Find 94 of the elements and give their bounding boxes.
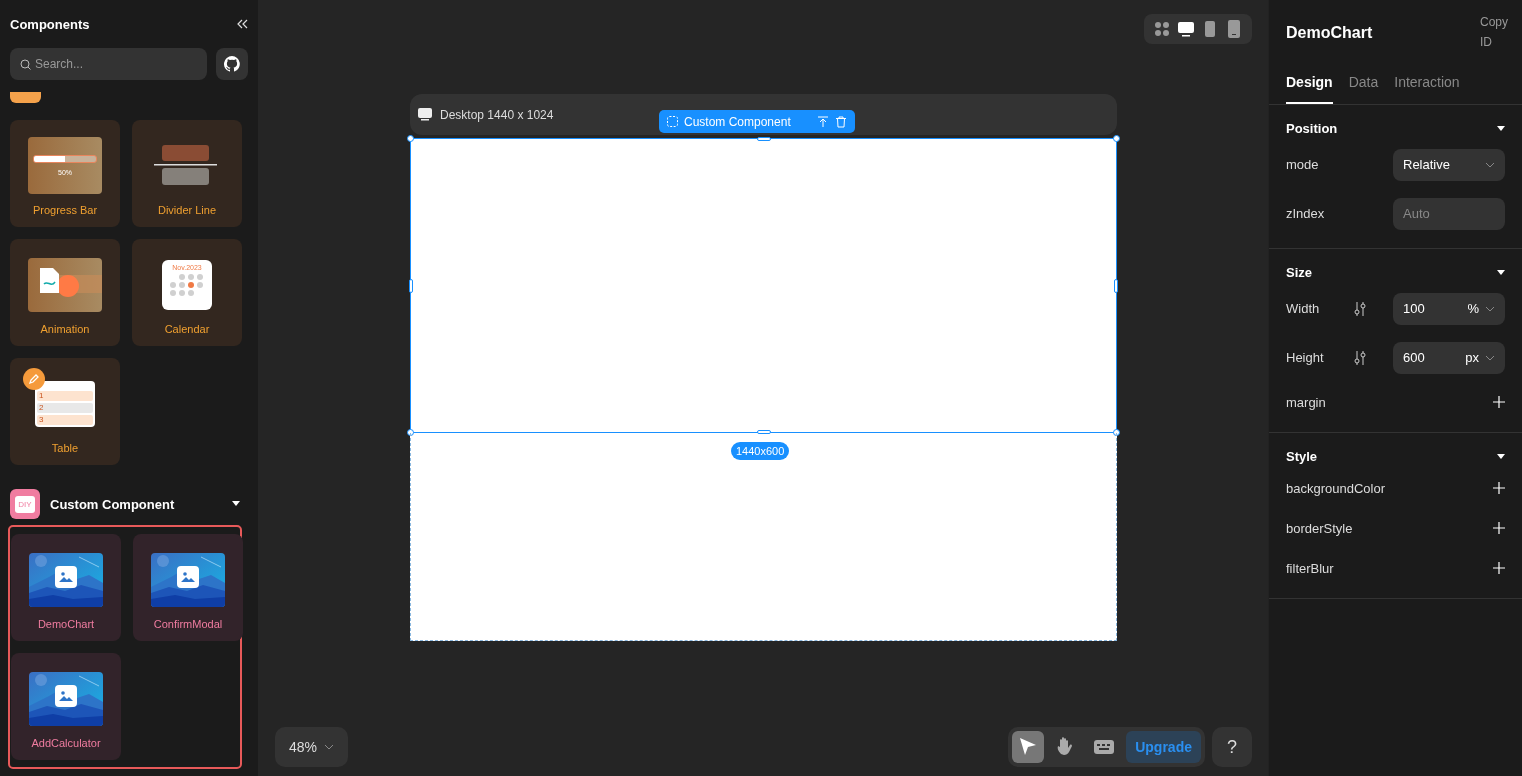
copy-id-button[interactable]: Copy ID xyxy=(1480,12,1514,52)
image-icon xyxy=(55,566,77,588)
resize-handle[interactable] xyxy=(407,429,414,436)
add-icon[interactable] xyxy=(1493,396,1505,408)
frame-title: Desktop 1440 x 1024 xyxy=(440,107,554,122)
diy-badge: DIY xyxy=(15,495,35,513)
resize-handle[interactable] xyxy=(1113,135,1120,142)
resize-handle[interactable] xyxy=(757,430,771,434)
resize-handle[interactable] xyxy=(407,135,414,142)
component-card[interactable]: 1 2 3 Table xyxy=(10,358,120,465)
row-number: 2 xyxy=(39,402,44,413)
property-label: Height xyxy=(1286,350,1324,365)
component-card[interactable]: ConfirmModal xyxy=(133,534,243,641)
property-label: backgroundColor xyxy=(1286,480,1385,496)
pencil-icon xyxy=(23,367,45,390)
resize-handle[interactable] xyxy=(757,137,771,141)
zoom-dropdown[interactable]: 48% xyxy=(275,727,348,767)
property-label: zIndex xyxy=(1286,206,1325,221)
search-field[interactable]: Search... xyxy=(10,48,207,80)
delete-button[interactable] xyxy=(834,115,847,128)
tablet-icon xyxy=(1225,20,1243,38)
dots-drawing xyxy=(169,273,205,296)
collapse-icon[interactable] xyxy=(236,19,248,29)
github-button[interactable] xyxy=(216,48,248,80)
tab[interactable]: Design xyxy=(1286,74,1333,104)
move-up-button[interactable] xyxy=(816,115,829,128)
category-icon xyxy=(10,92,41,103)
unit-select[interactable]: px xyxy=(1465,350,1495,365)
row-number: 1 xyxy=(39,390,44,401)
chevron-icon xyxy=(1485,161,1495,168)
slider-settings-icon[interactable] xyxy=(1353,301,1367,316)
chevron-icon xyxy=(1485,354,1495,361)
help-button[interactable]: ? xyxy=(1212,727,1252,767)
section-title: Style xyxy=(1286,449,1318,464)
mode-select[interactable]: Relative xyxy=(1393,148,1505,181)
card-label: Progress Bar xyxy=(32,204,98,216)
component-card[interactable]: Divider Line xyxy=(132,120,242,227)
input-value[interactable]: 100 xyxy=(1403,301,1463,316)
github-icon xyxy=(224,56,240,72)
row-number: 3 xyxy=(39,414,44,425)
unit-select[interactable]: % xyxy=(1467,301,1495,316)
property-label: margin xyxy=(1286,394,1326,410)
input-field[interactable]: 600 px xyxy=(1393,341,1505,374)
move-up-icon xyxy=(816,115,829,128)
trash-icon xyxy=(834,115,847,128)
add-icon[interactable] xyxy=(1493,482,1505,494)
chevron-icon xyxy=(324,744,334,750)
card-label: ConfirmModal xyxy=(153,618,223,630)
section-title: Position xyxy=(1286,121,1338,136)
device-button[interactable] xyxy=(1176,20,1196,38)
tab[interactable]: Interaction xyxy=(1394,74,1460,104)
component-card[interactable]: AddCalculator xyxy=(11,653,121,760)
add-icon[interactable] xyxy=(1493,562,1505,574)
search-icon xyxy=(20,59,31,70)
size-badge: 1440x600 xyxy=(731,442,790,460)
section-title: Size xyxy=(1286,265,1312,280)
caret-icon[interactable] xyxy=(1497,453,1505,460)
card-label: AddCalculator xyxy=(31,737,101,749)
section-title: Custom Component xyxy=(50,496,176,512)
component-title: DemoChart xyxy=(1286,24,1373,43)
selection-label: Custom Component xyxy=(684,114,791,129)
input-field[interactable]: Auto xyxy=(1393,197,1505,230)
property-label: mode xyxy=(1286,157,1319,172)
slider-settings-icon[interactable] xyxy=(1353,350,1367,365)
desktop-icon xyxy=(418,108,432,121)
image-icon xyxy=(55,685,77,707)
component-card[interactable]: DemoChart xyxy=(11,534,121,641)
card-label: Table xyxy=(51,442,79,454)
resize-handle[interactable] xyxy=(1114,279,1118,293)
caret-icon[interactable] xyxy=(1497,125,1505,132)
caret-icon[interactable] xyxy=(232,501,240,507)
property-label: filterBlur xyxy=(1286,560,1334,576)
card-label: Divider Line xyxy=(157,204,217,216)
card-label: Calendar xyxy=(164,323,210,335)
desktop-icon xyxy=(1177,20,1195,38)
image-icon xyxy=(177,566,199,588)
resize-handle[interactable] xyxy=(1113,429,1120,436)
divider-drawing xyxy=(154,144,220,187)
tab[interactable]: Data xyxy=(1348,74,1379,104)
tool-button[interactable] xyxy=(1012,731,1045,763)
property-label: borderStyle xyxy=(1286,520,1353,536)
component-card[interactable]: Animation xyxy=(10,239,120,346)
input-field[interactable]: 100 % xyxy=(1393,292,1505,325)
chevron-icon xyxy=(1485,305,1495,312)
resize-handle[interactable] xyxy=(409,279,413,293)
input-value[interactable]: 600 xyxy=(1403,350,1463,365)
selection-icon xyxy=(667,116,678,127)
panel-title: Components xyxy=(10,16,90,32)
add-icon[interactable] xyxy=(1493,522,1505,534)
grid-icon xyxy=(1153,20,1171,38)
property-label: Width xyxy=(1286,301,1320,316)
card-label: DemoChart xyxy=(37,618,95,630)
caret-icon[interactable] xyxy=(1497,269,1505,276)
card-label: Animation xyxy=(40,323,90,335)
